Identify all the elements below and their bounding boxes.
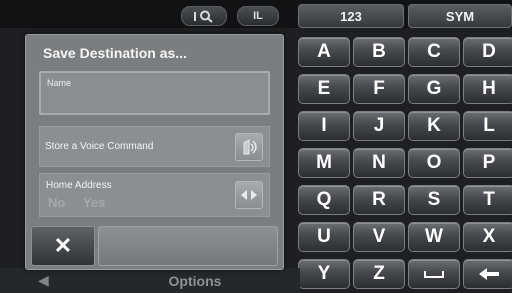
key-h[interactable]: H [463,74,512,104]
symbol-mode-label: SYM [445,8,475,24]
key-y[interactable]: Y [298,259,350,289]
key-backspace[interactable] [463,259,512,289]
backspace-icon [479,268,499,280]
key-u[interactable]: U [298,222,350,252]
toggle-glyph [241,190,257,200]
voice-command-label: Store a Voice Command [45,141,154,152]
numeric-mode-label: 123 [340,8,362,24]
key-b[interactable]: B [353,37,405,67]
symbol-mode-key[interactable]: SYM [408,4,512,28]
home-address-row: Home Address No Yes [39,173,270,217]
key-g[interactable]: G [408,74,460,104]
options-button[interactable]: Options [150,273,240,289]
back-arrow-icon[interactable]: ◀ [38,272,58,288]
key-f[interactable]: F [353,74,405,104]
home-no-option[interactable]: No [48,195,65,210]
key-p[interactable]: P [463,148,512,178]
home-yes-option[interactable]: Yes [83,195,105,210]
dialog-title: Save Destination as... [43,45,187,61]
key-space[interactable] [408,259,460,289]
toggle-icon[interactable] [235,181,263,209]
search-icon[interactable] [181,6,227,26]
key-a[interactable]: A [298,37,350,67]
voice-command-row[interactable]: Store a Voice Command [39,126,270,167]
key-j[interactable]: J [353,111,405,141]
key-x[interactable]: X [463,222,512,252]
key-l[interactable]: L [463,111,512,141]
voice-command-icon[interactable] [235,133,263,161]
key-c[interactable]: C [408,37,460,67]
key-e[interactable]: E [298,74,350,104]
numeric-mode-key[interactable]: 123 [298,4,404,28]
key-r[interactable]: R [353,185,405,215]
save-button[interactable] [98,226,278,266]
key-d[interactable]: D [463,37,512,67]
language-badge-label: IL [253,10,263,22]
key-q[interactable]: Q [298,185,350,215]
key-m[interactable]: M [298,148,350,178]
key-n[interactable]: N [353,148,405,178]
save-destination-dialog: Save Destination as... Name Store a Voic… [25,34,284,270]
language-badge[interactable]: IL [237,6,279,26]
key-k[interactable]: K [408,111,460,141]
cancel-button[interactable]: ✕ [31,226,95,266]
search-glyph [194,10,213,23]
name-input[interactable]: Name [39,71,270,115]
key-o[interactable]: O [408,148,460,178]
key-z[interactable]: Z [353,259,405,289]
name-placeholder: Name [47,78,72,88]
voice-glyph [243,139,257,155]
key-v[interactable]: V [353,222,405,252]
close-icon: ✕ [53,233,73,258]
space-icon [424,271,444,278]
key-i[interactable]: I [298,111,350,141]
key-s[interactable]: S [408,185,460,215]
key-t[interactable]: T [463,185,512,215]
key-w[interactable]: W [408,222,460,252]
screen: { "top": { "search_icon": "search-icon",… [0,0,512,293]
home-address-label: Home Address [46,180,112,191]
